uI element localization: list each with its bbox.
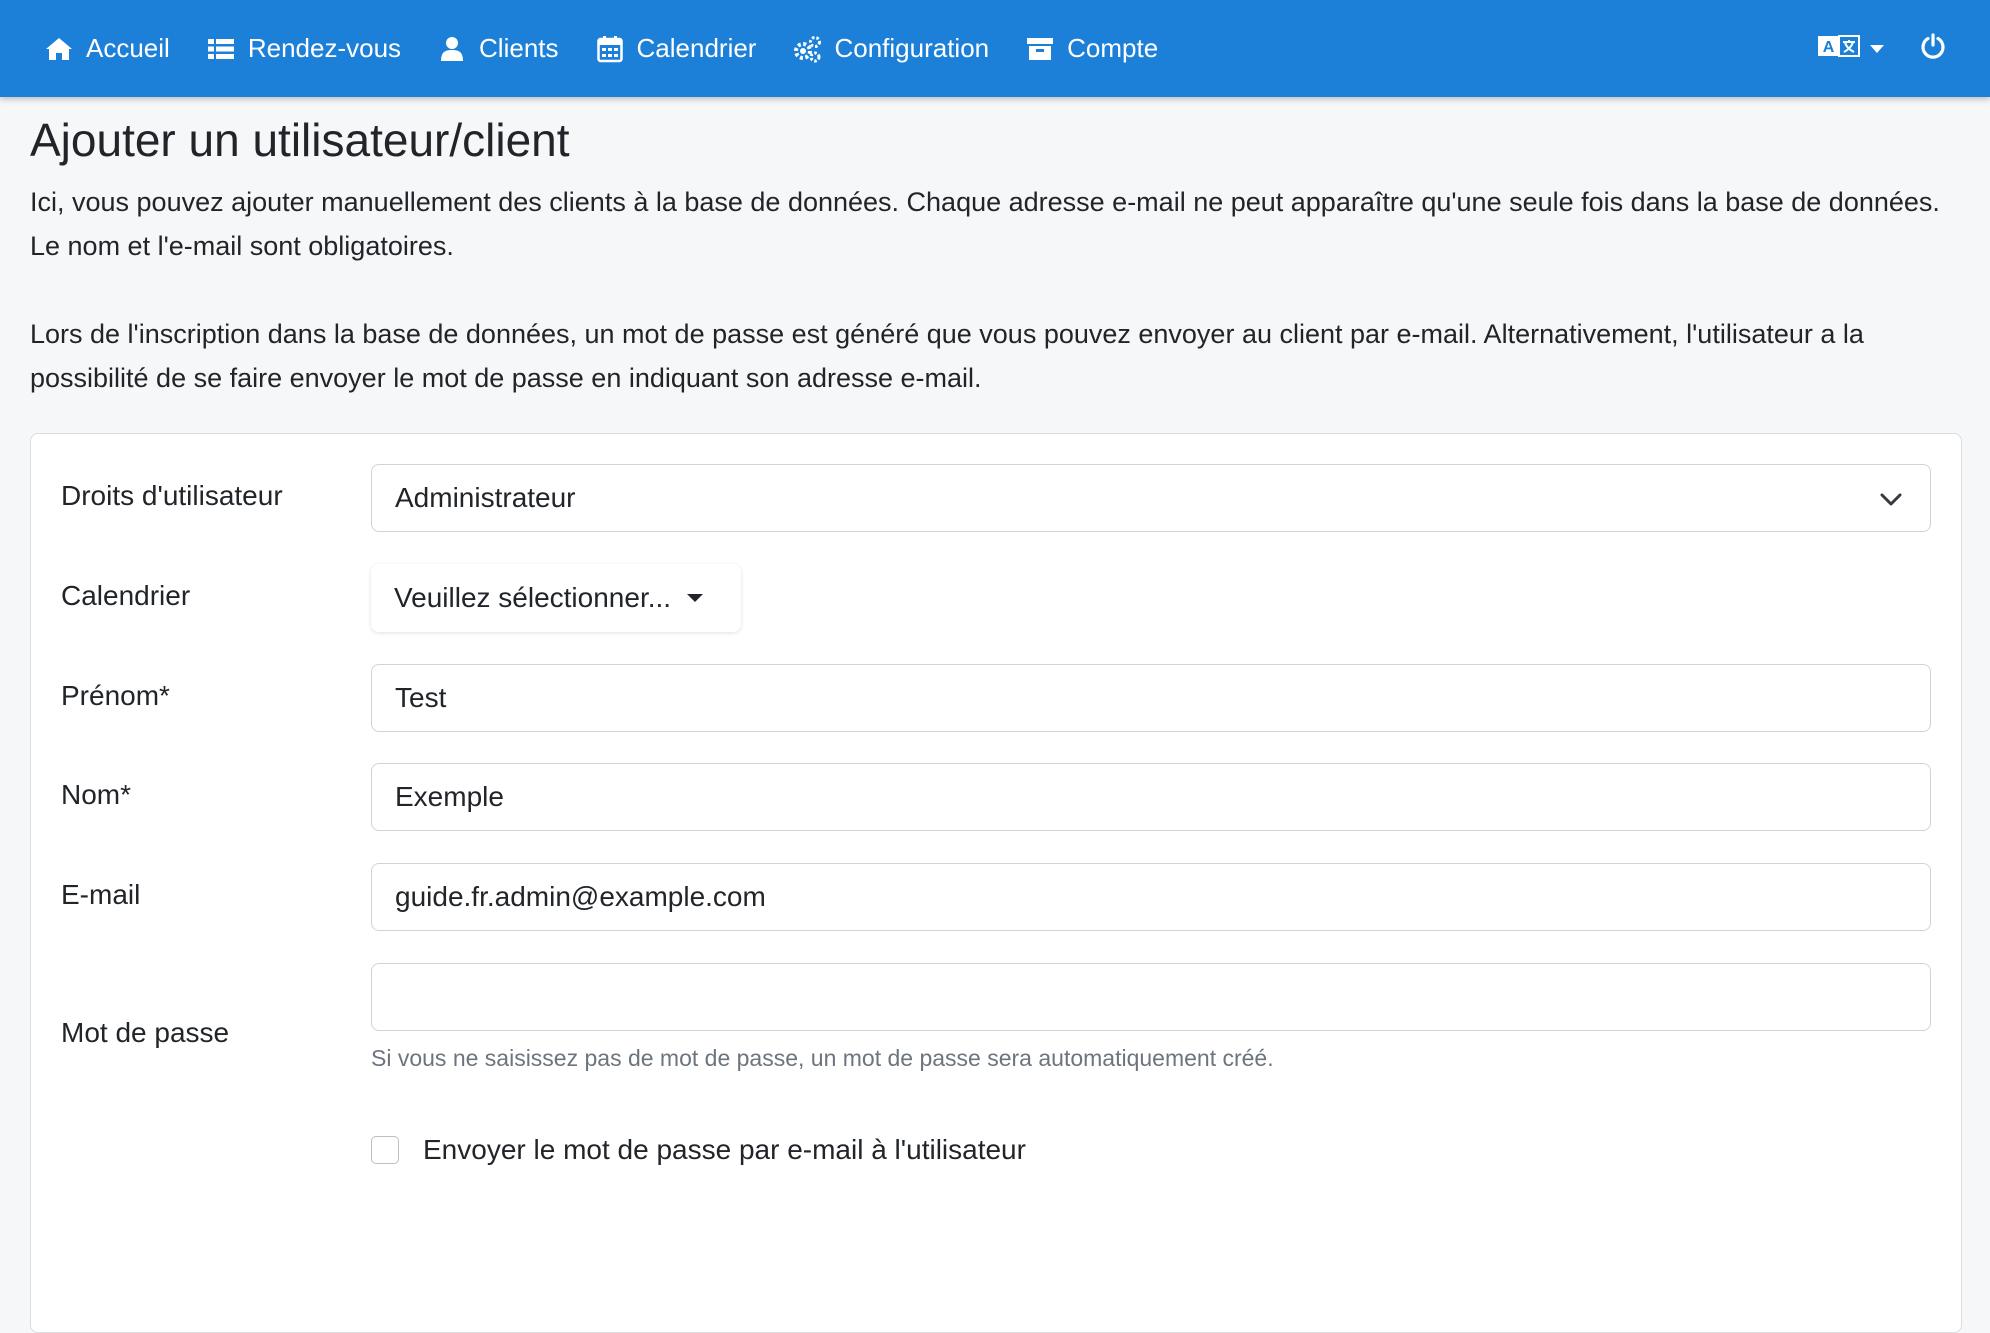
language-icon: A <box>1818 34 1860 63</box>
nav-item-clients[interactable]: Clients <box>437 33 559 64</box>
power-icon <box>1920 33 1946 64</box>
nav-item-calendrier[interactable]: Calendrier <box>595 33 757 64</box>
rights-label: Droits d'utilisateur <box>61 480 283 511</box>
nav-label: Configuration <box>834 33 990 63</box>
email-input[interactable]: guide.fr.admin@example.com <box>371 863 1931 931</box>
nav-item-configuration[interactable]: Configuration <box>792 33 989 64</box>
caret-down-icon <box>687 594 704 602</box>
calendar-dropdown[interactable]: Veuillez sélectionner... <box>371 564 741 632</box>
nav-item-accueil[interactable]: Accueil <box>44 33 170 64</box>
firstname-label: Prénom* <box>61 680 170 711</box>
intro-paragraph: Ici, vous pouvez ajouter manuellement de… <box>30 187 1940 262</box>
intro-paragraph: Lors de l'inscription dans la base de do… <box>30 319 1864 394</box>
nav-label: Compte <box>1067 33 1159 63</box>
svg-text:A: A <box>1823 39 1835 56</box>
firstname-input[interactable]: Test <box>371 664 1931 732</box>
lastname-label: Nom* <box>61 779 132 810</box>
cogs-icon <box>792 34 822 64</box>
email-input-value: guide.fr.admin@example.com <box>395 881 766 912</box>
top-navbar: Accueil Rendez-vous Clients Calendrier C… <box>0 0 1990 97</box>
main-content: Ajouter un utilisateur/client Ici, vous … <box>30 97 1962 1333</box>
lastname-input-value: Exemple <box>395 781 504 812</box>
rights-select-value: Administrateur <box>395 482 576 513</box>
nav-label: Calendrier <box>636 33 757 63</box>
nav-item-compte[interactable]: Compte <box>1025 33 1158 64</box>
firstname-input-value: Test <box>395 682 447 713</box>
send-password-label: Envoyer le mot de passe par e-mail à l'u… <box>423 1134 1026 1165</box>
nav-menu: Accueil Rendez-vous Clients Calendrier C… <box>44 33 1194 64</box>
calendar-label: Calendrier <box>61 580 191 611</box>
rights-select[interactable]: Administrateur <box>371 464 1931 532</box>
chevron-down-icon <box>1880 482 1902 514</box>
password-help-text: Si vous ne saisissez pas de mot de passe… <box>371 1045 1274 1071</box>
send-password-checkbox[interactable] <box>371 1136 399 1164</box>
user-icon <box>437 34 467 64</box>
nav-label: Rendez-vous <box>247 33 402 63</box>
list-icon <box>206 34 236 64</box>
nav-right: A <box>1818 33 1946 64</box>
user-form-card: Droits d'utilisateur Administrateur Cale… <box>30 433 1962 1333</box>
password-input[interactable] <box>371 963 1931 1031</box>
password-label: Mot de passe <box>61 1017 230 1048</box>
calendar-icon <box>595 34 625 64</box>
logout-button[interactable] <box>1920 33 1946 64</box>
lastname-input[interactable]: Exemple <box>371 763 1931 831</box>
chevron-down-icon <box>1870 44 1884 53</box>
email-label: E-mail <box>61 879 141 910</box>
nav-label: Accueil <box>86 33 170 63</box>
language-dropdown[interactable]: A <box>1818 34 1884 63</box>
calendar-dropdown-value: Veuillez sélectionner... <box>394 582 672 613</box>
home-icon <box>44 34 74 64</box>
page-title: Ajouter un utilisateur/client <box>30 114 570 166</box>
archive-icon <box>1025 34 1055 64</box>
nav-label: Clients <box>479 33 559 63</box>
send-password-checkbox-row[interactable]: Envoyer le mot de passe par e-mail à l'u… <box>371 1134 1026 1166</box>
nav-item-rendez-vous[interactable]: Rendez-vous <box>206 33 401 64</box>
